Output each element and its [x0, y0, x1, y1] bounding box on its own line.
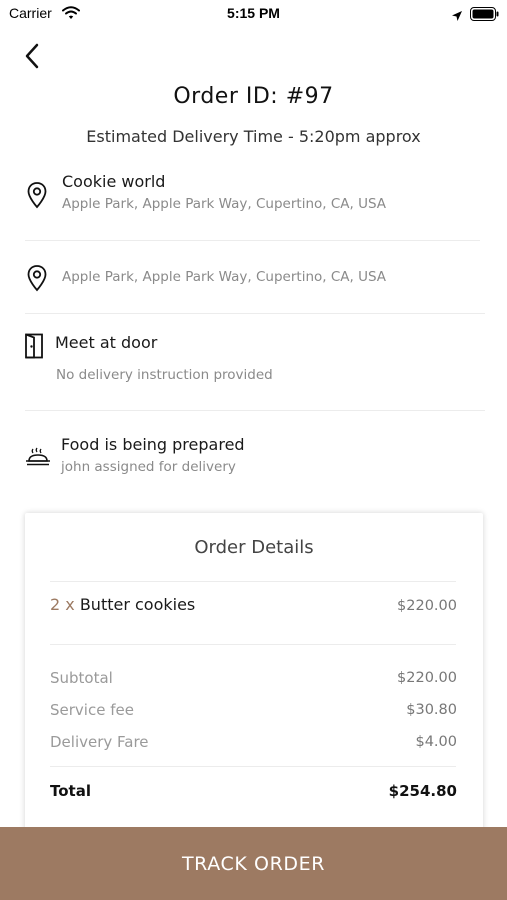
- divider: [25, 313, 485, 314]
- food-tray-icon: [24, 446, 52, 472]
- delivery-fare-value: $4.00: [415, 734, 457, 750]
- divider: [50, 766, 456, 767]
- pickup-address: Apple Park, Apple Park Way, Cupertino, C…: [62, 196, 387, 212]
- service-fee-label: Service fee: [50, 701, 134, 719]
- status-subtitle: john assigned for delivery: [61, 459, 236, 475]
- divider: [25, 410, 485, 411]
- delivery-fare-label: Delivery Fare: [50, 733, 149, 751]
- order-id-title: Order ID: #97: [173, 84, 334, 109]
- location-pin-icon: [26, 264, 48, 296]
- back-button[interactable]: [18, 40, 48, 72]
- pickup-name: Cookie world: [62, 172, 166, 191]
- dropoff-address: Apple Park, Apple Park Way, Cupertino, C…: [62, 269, 387, 285]
- subtotal-value: $220.00: [397, 670, 457, 686]
- divider: [50, 581, 456, 582]
- total-value: $254.80: [388, 782, 457, 800]
- service-fee-value: $30.80: [406, 702, 457, 718]
- location-arrow-icon: [451, 7, 463, 26]
- location-pin-icon: [26, 181, 48, 213]
- instructions-title: Meet at door: [55, 333, 158, 352]
- divider: [50, 644, 456, 645]
- total-label: Total: [50, 782, 91, 800]
- door-icon: [24, 333, 44, 363]
- instructions-subtitle: No delivery instruction provided: [56, 367, 273, 383]
- item-price: $220.00: [397, 598, 457, 614]
- status-title: Food is being prepared: [61, 435, 245, 454]
- status-bar: Carrier 5:15 PM: [0, 0, 507, 28]
- order-details-card: Order Details 2 x Butter cookies $220.00…: [25, 513, 483, 833]
- subtotal-label: Subtotal: [50, 669, 113, 687]
- order-item: 2 x Butter cookies: [50, 595, 195, 614]
- order-details-title: Order Details: [194, 537, 314, 558]
- item-name: Butter cookies: [79, 595, 196, 614]
- battery-icon: [470, 6, 500, 25]
- clock-time: 5:15 PM: [227, 5, 280, 21]
- item-quantity: 2 x: [50, 595, 75, 614]
- estimated-delivery-time: Estimated Delivery Time - 5:20pm approx: [86, 127, 421, 146]
- chevron-left-icon: [18, 43, 48, 76]
- divider: [25, 240, 480, 241]
- track-order-button[interactable]: TRACK ORDER: [0, 827, 507, 900]
